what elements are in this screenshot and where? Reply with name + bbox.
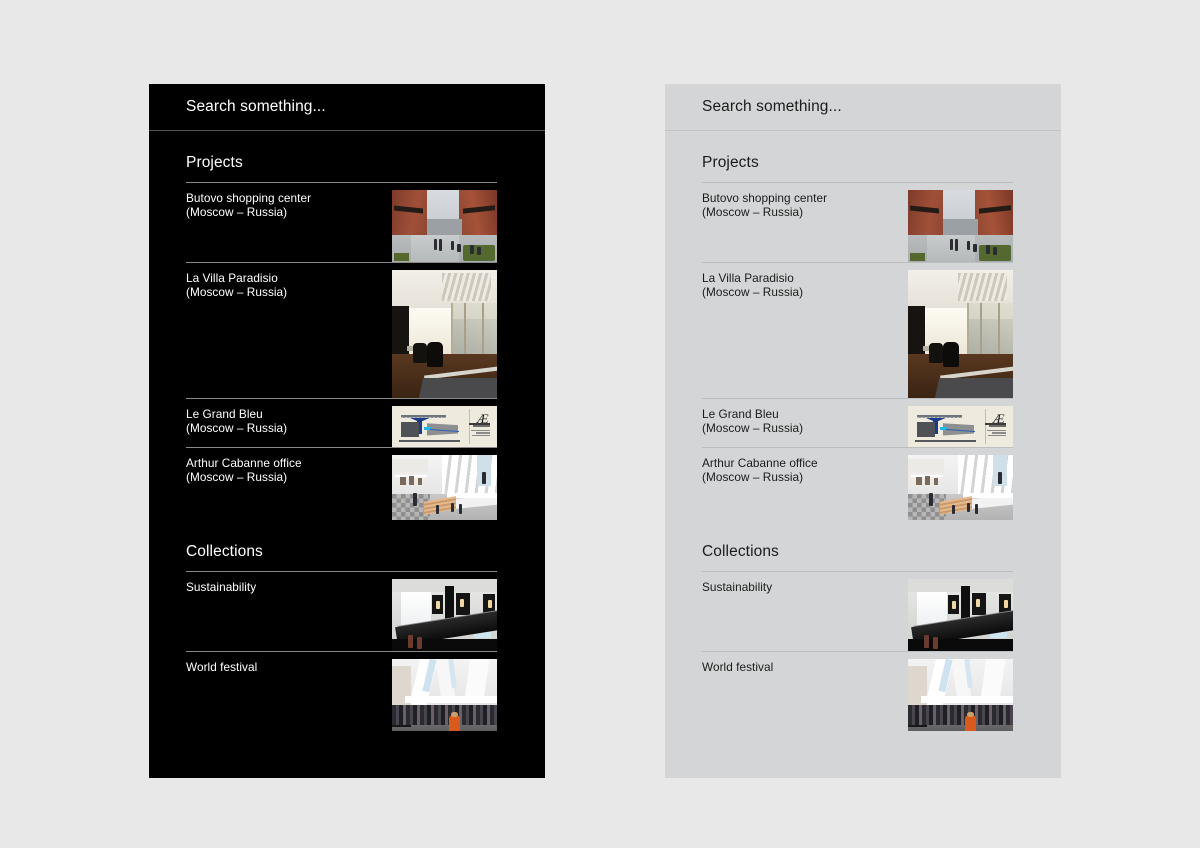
result-row-arthur-cabanne-office-light[interactable]: Arthur Cabanne office (Moscow – Russia) bbox=[702, 447, 1013, 520]
section-title-collections-light: Collections bbox=[702, 543, 779, 560]
light-theme-search-panel: Search something... Projects Butovo shop… bbox=[665, 84, 1061, 778]
result-row-butovo-dark[interactable]: Butovo shopping center (Moscow – Russia) bbox=[186, 182, 497, 262]
result-title: Sustainability bbox=[702, 580, 773, 594]
result-subtitle: (Moscow – Russia) bbox=[702, 285, 804, 299]
section-title-collections-dark: Collections bbox=[186, 543, 263, 560]
result-row-le-grand-bleu-dark[interactable]: Le Grand Bleu (Moscow – Russia) Æ bbox=[186, 398, 497, 447]
result-title: La Villa Paradisio bbox=[186, 271, 278, 285]
search-bar-light[interactable]: Search something... bbox=[665, 84, 1061, 130]
search-input-light[interactable]: Search something... bbox=[702, 98, 842, 116]
dark-theme-search-panel: Search something... Projects Butovo shop… bbox=[149, 84, 545, 778]
thumbnail-crowded-white-hall-icon[interactable] bbox=[392, 659, 497, 731]
result-subtitle: (Moscow – Russia) bbox=[186, 421, 288, 435]
section-title-projects-light: Projects bbox=[702, 154, 759, 171]
result-row-butovo-light[interactable]: Butovo shopping center (Moscow – Russia) bbox=[702, 182, 1013, 262]
result-labels: Arthur Cabanne office (Moscow – Russia) bbox=[702, 455, 818, 520]
result-labels: Sustainability bbox=[702, 579, 772, 651]
thumbnail-office-interior-glass-icon[interactable] bbox=[392, 270, 497, 398]
result-subtitle: (Moscow – Russia) bbox=[186, 470, 288, 484]
result-title: Arthur Cabanne office bbox=[186, 456, 302, 470]
result-row-la-villa-paradisio-light[interactable]: La Villa Paradisio (Moscow – Russia) bbox=[702, 262, 1013, 398]
thumbnail-architectural-drawing-blue-icon[interactable]: Æ bbox=[392, 406, 497, 447]
result-title: La Villa Paradisio bbox=[702, 271, 794, 285]
result-title: World festival bbox=[186, 660, 258, 674]
result-labels: Le Grand Bleu (Moscow – Russia) bbox=[186, 406, 287, 447]
results-list-dark: Projects Butovo shopping center (Moscow … bbox=[149, 131, 545, 731]
result-row-sustainability-dark[interactable]: Sustainability bbox=[186, 571, 497, 651]
thumbnail-gallery-dark-balustrade-icon[interactable] bbox=[392, 579, 497, 651]
result-labels: Sustainability bbox=[186, 579, 256, 651]
section-title-projects-dark: Projects bbox=[186, 154, 243, 171]
result-title: World festival bbox=[702, 660, 774, 674]
search-bar-dark[interactable]: Search something... bbox=[149, 84, 545, 130]
thumbnail-crowded-white-hall-icon[interactable] bbox=[908, 659, 1013, 731]
result-title: Sustainability bbox=[186, 580, 257, 594]
result-labels: Butovo shopping center (Moscow – Russia) bbox=[702, 190, 827, 262]
thumbnail-brick-street-shopping-center-icon[interactable] bbox=[908, 190, 1013, 262]
result-subtitle: (Moscow – Russia) bbox=[702, 470, 804, 484]
thumbnail-gallery-dark-balustrade-icon[interactable] bbox=[908, 579, 1013, 651]
result-row-arthur-cabanne-office-dark[interactable]: Arthur Cabanne office (Moscow – Russia) bbox=[186, 447, 497, 520]
thumbnail-architectural-drawing-blue-icon[interactable]: Æ bbox=[908, 406, 1013, 447]
result-labels: La Villa Paradisio (Moscow – Russia) bbox=[186, 270, 287, 398]
result-row-world-festival-dark[interactable]: World festival bbox=[186, 651, 497, 731]
result-title: Butovo shopping center bbox=[702, 191, 828, 205]
result-subtitle: (Moscow – Russia) bbox=[702, 421, 804, 435]
result-row-le-grand-bleu-light[interactable]: Le Grand Bleu (Moscow – Russia) Æ bbox=[702, 398, 1013, 447]
results-list-light: Projects Butovo shopping center (Moscow … bbox=[665, 131, 1061, 731]
result-title: Le Grand Bleu bbox=[702, 407, 779, 421]
result-title: Butovo shopping center bbox=[186, 191, 312, 205]
result-row-world-festival-light[interactable]: World festival bbox=[702, 651, 1013, 731]
thumbnail-brick-street-shopping-center-icon[interactable] bbox=[392, 190, 497, 262]
result-row-sustainability-light[interactable]: Sustainability bbox=[702, 571, 1013, 651]
result-labels: World festival bbox=[702, 659, 773, 731]
result-title: Le Grand Bleu bbox=[186, 407, 263, 421]
result-subtitle: (Moscow – Russia) bbox=[186, 285, 288, 299]
result-labels: La Villa Paradisio (Moscow – Russia) bbox=[702, 270, 803, 398]
result-subtitle: (Moscow – Russia) bbox=[186, 205, 288, 219]
thumbnail-museum-atrium-vaults-icon[interactable] bbox=[392, 455, 497, 520]
result-row-la-villa-paradisio-dark[interactable]: La Villa Paradisio (Moscow – Russia) bbox=[186, 262, 497, 398]
search-input-dark[interactable]: Search something... bbox=[186, 98, 326, 116]
thumbnail-office-interior-glass-icon[interactable] bbox=[908, 270, 1013, 398]
thumbnail-museum-atrium-vaults-icon[interactable] bbox=[908, 455, 1013, 520]
result-labels: Butovo shopping center (Moscow – Russia) bbox=[186, 190, 311, 262]
result-labels: World festival bbox=[186, 659, 257, 731]
result-labels: Le Grand Bleu (Moscow – Russia) bbox=[702, 406, 803, 447]
result-labels: Arthur Cabanne office (Moscow – Russia) bbox=[186, 455, 302, 520]
result-title: Arthur Cabanne office bbox=[702, 456, 818, 470]
result-subtitle: (Moscow – Russia) bbox=[702, 205, 804, 219]
